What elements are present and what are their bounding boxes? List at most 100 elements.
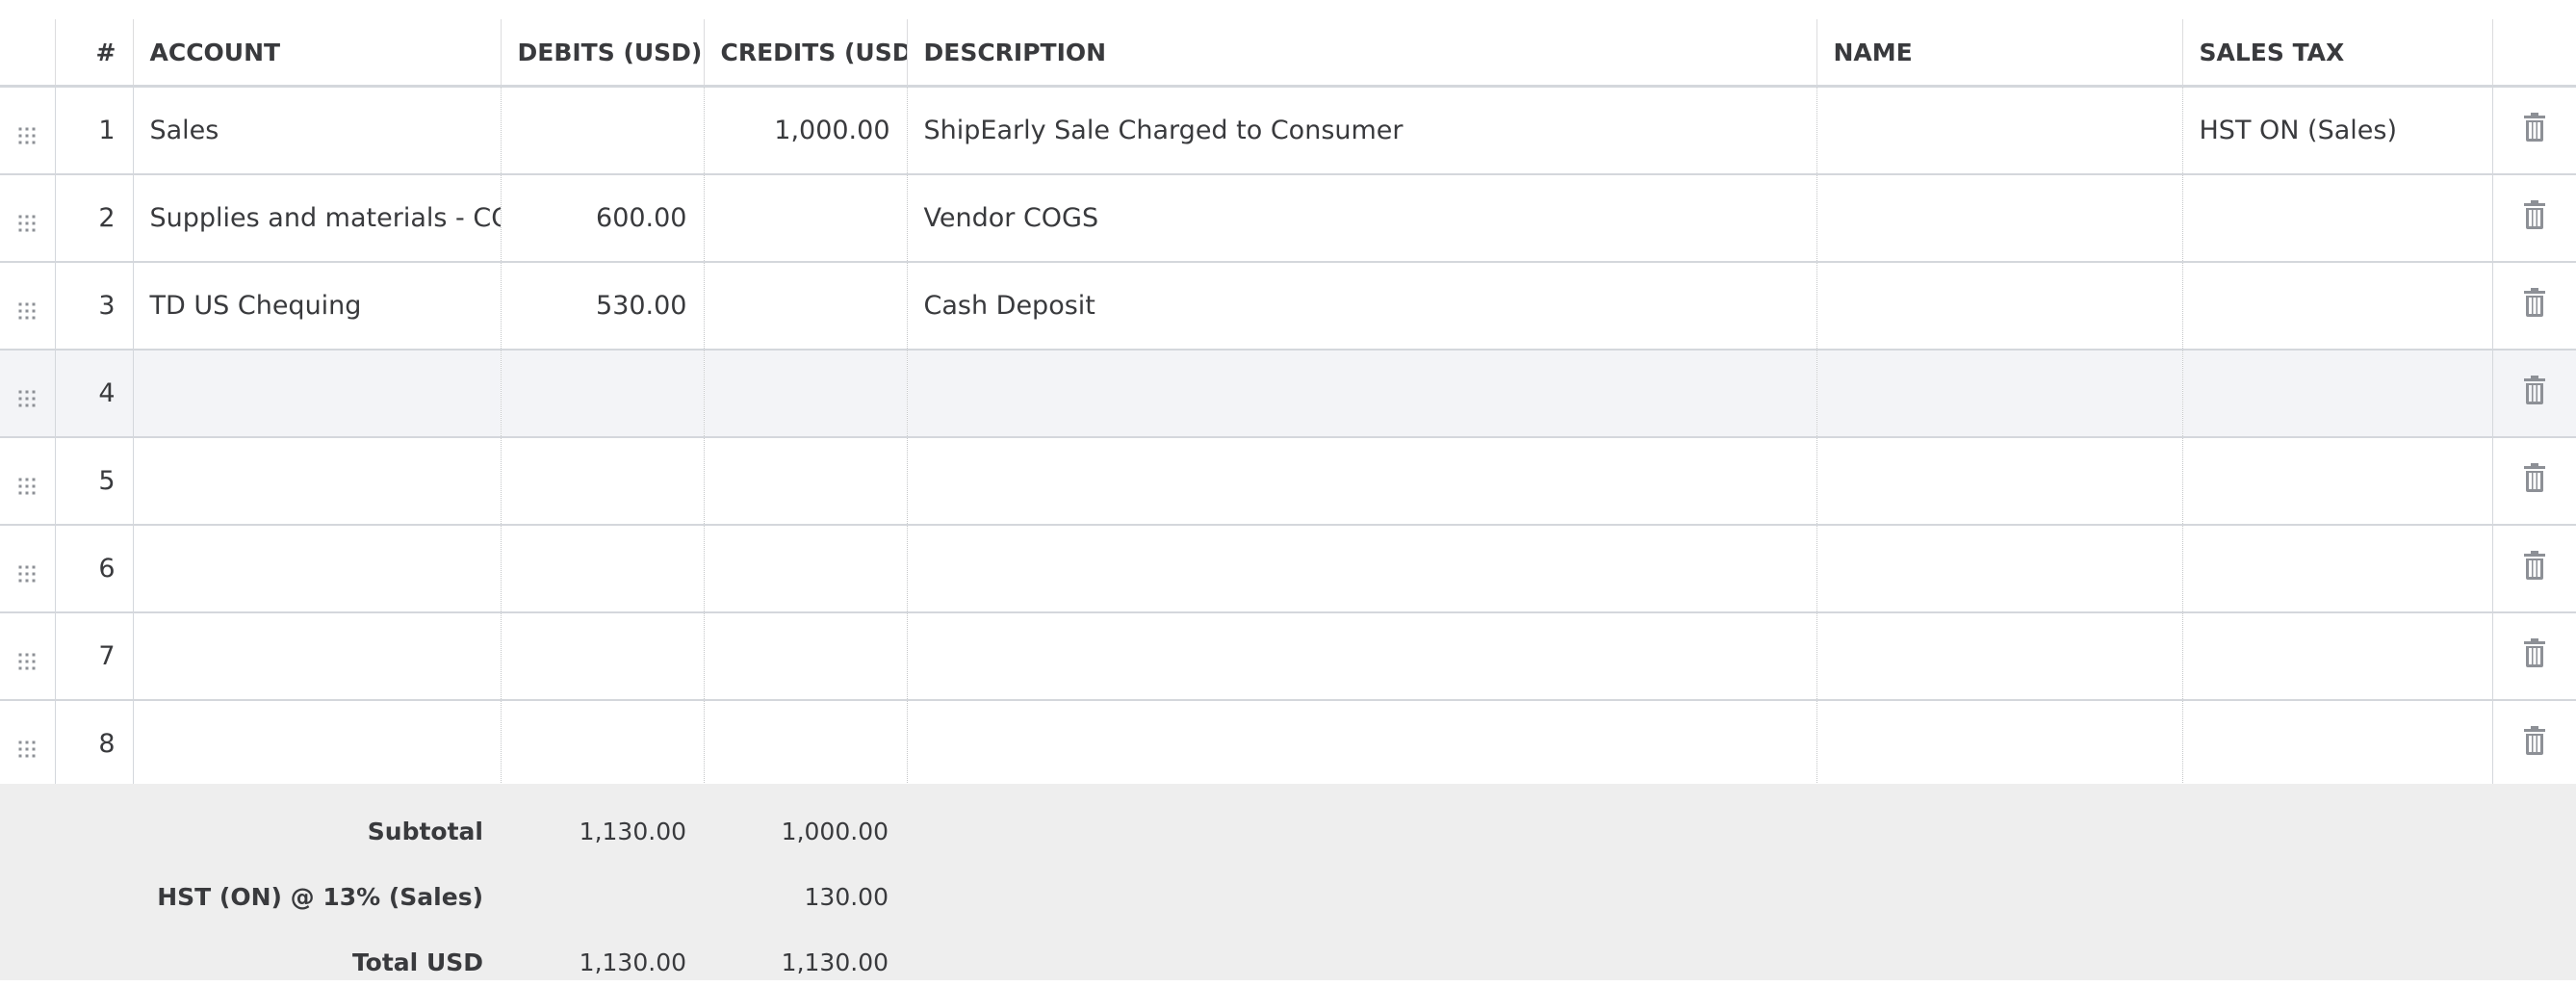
sales-tax-cell[interactable]	[2181, 437, 2492, 526]
trash-icon[interactable]	[2523, 726, 2545, 762]
sales-tax-cell[interactable]	[2181, 700, 2492, 790]
debits-cell[interactable]	[500, 525, 704, 613]
table-row[interactable]: 2 Supplies and materials - COS 600.00 Vendo…	[0, 174, 2576, 263]
trash-icon[interactable]	[2523, 551, 2545, 586]
trash-icon[interactable]	[2523, 113, 2545, 148]
name-cell[interactable]	[1816, 262, 2182, 351]
sales-tax-cell[interactable]: HST ON (Sales)	[2181, 86, 2492, 175]
row-number: 6	[54, 525, 133, 613]
row-number: 5	[54, 437, 133, 526]
description-cell[interactable]	[906, 700, 1816, 790]
table-row[interactable]: 4	[0, 350, 2576, 438]
delete-row-button[interactable]	[2491, 612, 2576, 701]
debits-cell[interactable]	[500, 700, 704, 790]
name-cell[interactable]	[1816, 525, 2182, 613]
sales-tax-cell[interactable]	[2181, 262, 2492, 351]
table-row[interactable]: 7	[0, 612, 2576, 701]
table-row[interactable]: 5	[0, 437, 2576, 526]
credits-cell[interactable]	[703, 700, 907, 790]
drag-handle-icon[interactable]	[17, 385, 37, 406]
description-cell[interactable]	[906, 437, 1816, 526]
debits-cell[interactable]	[500, 86, 704, 175]
account-cell[interactable]: TD US Chequing	[132, 262, 501, 351]
row-drag-handle[interactable]	[0, 700, 56, 790]
tax-row: HST (ON) @ 13% (Sales) 130.00	[0, 883, 2576, 922]
delete-row-button[interactable]	[2491, 700, 2576, 790]
table-row[interactable]: 1 Sales 1,000.00 ShipEarly Sale Charged to …	[0, 86, 2576, 175]
sales-tax-cell[interactable]	[2181, 525, 2492, 613]
credits-cell[interactable]	[703, 262, 907, 351]
description-cell[interactable]	[906, 612, 1816, 701]
column-header-debits[interactable]: DEBITS (USD)	[500, 19, 704, 88]
column-header-sales-tax[interactable]: SALES TAX	[2181, 19, 2492, 88]
row-drag-handle[interactable]	[0, 525, 56, 613]
name-cell[interactable]	[1816, 612, 2182, 701]
credits-cell[interactable]: 1,000.00	[703, 86, 907, 175]
credits-cell[interactable]	[703, 174, 907, 263]
row-drag-handle[interactable]	[0, 174, 56, 263]
row-drag-handle[interactable]	[0, 612, 56, 701]
name-cell[interactable]	[1816, 174, 2182, 263]
name-cell[interactable]	[1816, 437, 2182, 526]
delete-row-button[interactable]	[2491, 262, 2576, 351]
description-cell[interactable]	[906, 525, 1816, 613]
column-header-name[interactable]: NAME	[1816, 19, 2182, 88]
trash-icon[interactable]	[2523, 638, 2545, 674]
drag-handle-icon[interactable]	[17, 473, 37, 494]
debits-cell[interactable]: 530.00	[500, 262, 704, 351]
account-cell[interactable]	[132, 525, 501, 613]
account-cell[interactable]	[132, 437, 501, 526]
delete-row-button[interactable]	[2491, 437, 2576, 526]
delete-row-button[interactable]	[2491, 350, 2576, 438]
description-cell[interactable]: Cash Deposit	[906, 262, 1816, 351]
debits-cell[interactable]: 600.00	[500, 174, 704, 263]
account-cell[interactable]	[132, 612, 501, 701]
name-cell[interactable]	[1816, 350, 2182, 438]
drag-handle-icon[interactable]	[17, 736, 37, 757]
row-drag-handle[interactable]	[0, 437, 56, 526]
account-cell[interactable]	[132, 700, 501, 790]
credits-cell[interactable]	[703, 612, 907, 701]
trash-icon[interactable]	[2523, 288, 2545, 324]
credits-cell[interactable]	[703, 525, 907, 613]
description-cell[interactable]: Vendor COGS	[906, 174, 1816, 263]
table-row[interactable]: 8	[0, 700, 2576, 790]
tax-credits: 130.00	[804, 883, 889, 911]
sales-tax-cell[interactable]	[2181, 350, 2492, 438]
credits-cell[interactable]	[703, 437, 907, 526]
table-row[interactable]: 3 TD US Chequing 530.00 Cash Deposit	[0, 262, 2576, 351]
sales-tax-cell[interactable]	[2181, 612, 2492, 701]
description-cell[interactable]	[906, 350, 1816, 438]
debits-cell[interactable]	[500, 437, 704, 526]
trash-icon[interactable]	[2523, 200, 2545, 236]
total-credits: 1,130.00	[781, 948, 889, 976]
debits-cell[interactable]	[500, 612, 704, 701]
sales-tax-cell[interactable]	[2181, 174, 2492, 263]
drag-handle-icon[interactable]	[17, 210, 37, 231]
drag-handle-icon[interactable]	[17, 648, 37, 669]
credits-cell[interactable]	[703, 350, 907, 438]
delete-row-button[interactable]	[2491, 174, 2576, 263]
account-cell[interactable]: Sales	[132, 86, 501, 175]
drag-handle-icon[interactable]	[17, 122, 37, 143]
name-cell[interactable]	[1816, 86, 2182, 175]
delete-row-button[interactable]	[2491, 86, 2576, 175]
row-drag-handle[interactable]	[0, 350, 56, 438]
subtotal-row: Subtotal 1,130.00 1,000.00	[0, 818, 2576, 856]
delete-row-button[interactable]	[2491, 525, 2576, 613]
row-drag-handle[interactable]	[0, 262, 56, 351]
column-header-account[interactable]: ACCOUNT	[132, 19, 501, 88]
column-header-description[interactable]: DESCRIPTION	[906, 19, 1816, 88]
row-drag-handle[interactable]	[0, 86, 56, 175]
drag-handle-icon[interactable]	[17, 298, 37, 319]
debits-cell[interactable]	[500, 350, 704, 438]
drag-handle-icon[interactable]	[17, 560, 37, 582]
name-cell[interactable]	[1816, 700, 2182, 790]
description-cell[interactable]: ShipEarly Sale Charged to Consumer	[906, 86, 1816, 175]
table-row[interactable]: 6	[0, 525, 2576, 613]
trash-icon[interactable]	[2523, 376, 2545, 411]
column-header-credits[interactable]: CREDITS (USD)	[703, 19, 907, 88]
account-cell[interactable]: Supplies and materials - COS	[132, 174, 501, 263]
account-cell[interactable]	[132, 350, 501, 438]
trash-icon[interactable]	[2523, 463, 2545, 499]
